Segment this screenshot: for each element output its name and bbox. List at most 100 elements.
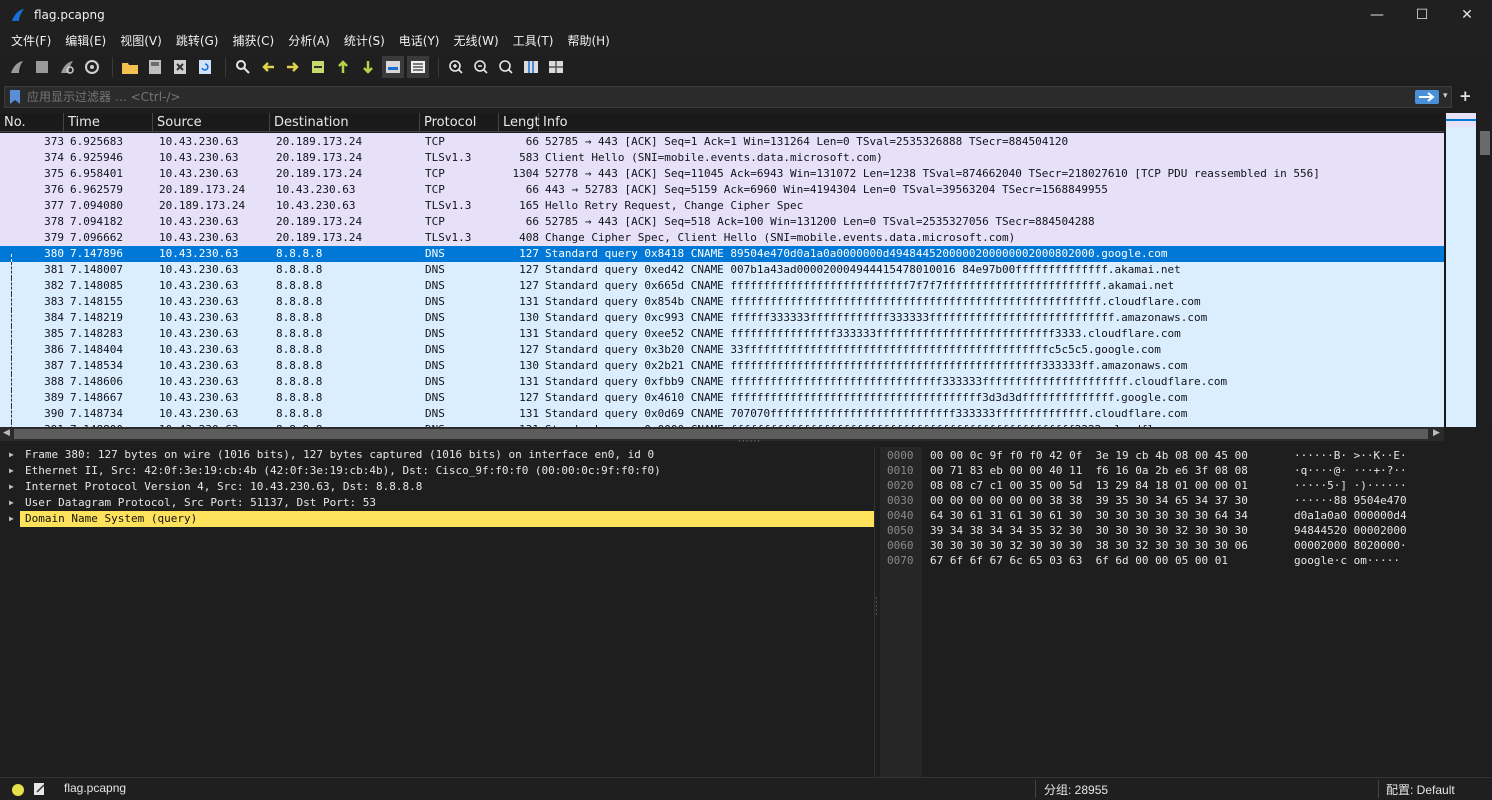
expand-arrow-icon[interactable]: ▶ — [9, 447, 14, 463]
packet-row[interactable]: 390 7.148734 10.43.230.63 8.8.8.8 DNS 131 Stan… — [0, 406, 1444, 422]
bytes-ascii[interactable]: d0a1a0a0 000000d4 — [1294, 508, 1407, 523]
details-tree-item[interactable]: ▶ Frame 380: 127 bytes on wire (1016 bits… — [0, 447, 874, 463]
bytes-hex[interactable]: 30 30 30 30 32 30 30 30 38 30 32 30 30 3… — [930, 538, 1248, 553]
minimize-button[interactable]: — — [1354, 0, 1400, 30]
column-header-no[interactable]: No. — [0, 113, 64, 132]
column-header-time[interactable]: Time — [64, 113, 153, 132]
colorize-lines-icon[interactable] — [407, 56, 429, 78]
column-header-length[interactable]: Lengt — [499, 113, 540, 132]
resize-columns-icon[interactable] — [520, 56, 542, 78]
menu-view[interactable]: 视图(V) — [113, 30, 169, 52]
zoom-in-icon[interactable] — [445, 56, 467, 78]
go-to-packet-icon[interactable] — [307, 56, 329, 78]
bytes-hex[interactable]: 00 00 0c 9f f0 f0 42 0f 3e 19 cb 4b 08 0… — [930, 448, 1248, 463]
bytes-hex[interactable]: 64 30 61 31 61 30 61 30 30 30 30 30 30 3… — [930, 508, 1248, 523]
zoom-out-icon[interactable] — [470, 56, 492, 78]
bookmark-icon[interactable] — [10, 90, 20, 104]
menu-analyze[interactable]: 分析(A) — [281, 30, 337, 52]
scroll-right-arrow-icon[interactable]: ▶ — [1433, 428, 1440, 438]
packet-row[interactable]: 379 7.096662 10.43.230.63 20.189.173.24 TLSv… — [0, 230, 1444, 246]
packet-row[interactable]: 380 7.147896 10.43.230.63 8.8.8.8 DNS 127 Stan… — [0, 246, 1444, 262]
bytes-hex[interactable]: 39 34 38 34 34 35 32 30 30 30 30 30 32 3… — [930, 523, 1248, 538]
packet-row[interactable]: 375 6.958401 10.43.230.63 20.189.173.24 TCP 1… — [0, 166, 1444, 182]
layout-grid-icon[interactable] — [545, 56, 567, 78]
expert-info-led-icon[interactable] — [12, 784, 24, 796]
expand-arrow-icon[interactable]: ▶ — [9, 511, 14, 527]
packet-list[interactable]: 373 6.925683 10.43.230.63 20.189.173.24 TCP 6… — [0, 133, 1444, 427]
packet-row[interactable]: 385 7.148283 10.43.230.63 8.8.8.8 DNS 131 Stan… — [0, 326, 1444, 342]
column-header-protocol[interactable]: Protocol — [420, 113, 499, 132]
save-file-icon[interactable] — [144, 56, 166, 78]
status-profile[interactable]: 配置: Default — [1386, 781, 1455, 798]
scroll-left-arrow-icon[interactable]: ◀ — [3, 428, 10, 438]
menu-help[interactable]: 帮助(H) — [560, 30, 616, 52]
bytes-hex[interactable]: 08 08 c7 c1 00 35 00 5d 13 29 84 18 01 0… — [930, 478, 1248, 493]
bytes-hex[interactable]: 00 71 83 eb 00 00 40 11 f6 16 0a 2b e6 3… — [930, 463, 1248, 478]
details-tree-item[interactable]: ▶ Domain Name System (query) — [0, 511, 874, 527]
find-magnifier-icon[interactable] — [232, 56, 254, 78]
close-button[interactable]: ✕ — [1444, 0, 1490, 30]
capture-comment-edit-icon[interactable] — [34, 782, 46, 796]
packet-row[interactable]: 388 7.148606 10.43.230.63 8.8.8.8 DNS 131 Stan… — [0, 374, 1444, 390]
bytes-ascii[interactable]: ······88 9504e470 — [1294, 493, 1407, 508]
column-header-source[interactable]: Source — [153, 113, 270, 132]
packet-row[interactable]: 378 7.094182 10.43.230.63 20.189.173.24 TCP 6… — [0, 214, 1444, 230]
reload-file-icon[interactable] — [194, 56, 216, 78]
vertical-scrollbar[interactable] — [1478, 113, 1492, 427]
packet-row[interactable]: 373 6.925683 10.43.230.63 20.189.173.24 TCP 6… — [0, 134, 1444, 150]
go-first-up-arrow-icon[interactable] — [332, 56, 354, 78]
display-filter-input[interactable] — [27, 88, 1407, 106]
packet-row[interactable]: 384 7.148219 10.43.230.63 8.8.8.8 DNS 130 Stan… — [0, 310, 1444, 326]
maximize-button[interactable]: ☐ — [1399, 0, 1445, 30]
go-back-arrow-icon[interactable] — [257, 56, 279, 78]
details-tree-item[interactable]: ▶ Ethernet II, Src: 42:0f:3e:19:cb:4b (42… — [0, 463, 874, 479]
add-filter-button[interactable]: + — [1459, 87, 1472, 105]
bytes-hex[interactable]: 67 6f 6f 67 6c 65 03 63 6f 6d 00 00 05 0… — [930, 553, 1228, 568]
packet-row[interactable]: 387 7.148534 10.43.230.63 8.8.8.8 DNS 130 Stan… — [0, 358, 1444, 374]
bytes-ascii[interactable]: 00002000 8020000· — [1294, 538, 1407, 553]
capture-options-gear-icon[interactable] — [81, 56, 103, 78]
menu-telephony[interactable]: 电话(Y) — [392, 30, 447, 52]
bytes-ascii[interactable]: ······B· >··K··E· — [1294, 448, 1407, 463]
stop-square-icon[interactable] — [31, 56, 53, 78]
menu-go[interactable]: 跳转(G) — [169, 30, 226, 52]
apply-filter-arrow-icon[interactable] — [1415, 90, 1439, 104]
close-file-icon[interactable] — [169, 56, 191, 78]
packet-row[interactable]: 383 7.148155 10.43.230.63 8.8.8.8 DNS 131 Stan… — [0, 294, 1444, 310]
bytes-ascii[interactable]: google·c om····· — [1294, 553, 1400, 568]
packet-row[interactable]: 386 7.148404 10.43.230.63 8.8.8.8 DNS 127 Stan… — [0, 342, 1444, 358]
open-folder-icon[interactable] — [119, 56, 141, 78]
shark-fin-start-icon[interactable] — [6, 56, 28, 78]
packet-row[interactable]: 374 6.925946 10.43.230.63 20.189.173.24 TLSv… — [0, 150, 1444, 166]
go-last-down-arrow-icon[interactable] — [357, 56, 379, 78]
bytes-ascii[interactable]: ·····5·] ·)······ — [1294, 478, 1407, 493]
vertical-scrollbar-thumb[interactable] — [1480, 131, 1490, 155]
packet-details-tree[interactable]: ▶ Frame 380: 127 bytes on wire (1016 bits… — [0, 447, 874, 777]
auto-scroll-icon[interactable] — [382, 56, 404, 78]
bytes-hex[interactable]: 00 00 00 00 00 00 38 38 39 35 30 34 65 3… — [930, 493, 1248, 508]
menu-statistics[interactable]: 统计(S) — [337, 30, 392, 52]
column-header-destination[interactable]: Destination — [270, 113, 420, 132]
filter-history-dropdown[interactable]: ▾ — [1443, 91, 1448, 101]
menu-file[interactable]: 文件(F) — [4, 30, 58, 52]
expand-arrow-icon[interactable]: ▶ — [9, 479, 14, 495]
column-header-info[interactable]: Info — [539, 113, 1444, 132]
menu-tools[interactable]: 工具(T) — [506, 30, 561, 52]
menu-capture[interactable]: 捕获(C) — [225, 30, 281, 52]
details-tree-item[interactable]: ▶ Internet Protocol Version 4, Src: 10.43… — [0, 479, 874, 495]
restart-fin-icon[interactable] — [56, 56, 78, 78]
packet-row[interactable]: 389 7.148667 10.43.230.63 8.8.8.8 DNS 127 Stan… — [0, 390, 1444, 406]
packet-row[interactable]: 382 7.148085 10.43.230.63 8.8.8.8 DNS 127 Stan… — [0, 278, 1444, 294]
packet-minimap[interactable] — [1446, 113, 1476, 427]
expand-arrow-icon[interactable]: ▶ — [9, 495, 14, 511]
expand-arrow-icon[interactable]: ▶ — [9, 463, 14, 479]
packet-row[interactable]: 376 6.962579 20.189.173.24 10.43.230.63 TCP 6… — [0, 182, 1444, 198]
bytes-ascii[interactable]: ·q····@· ···+·?·· — [1294, 463, 1407, 478]
packet-row[interactable]: 381 7.148007 10.43.230.63 8.8.8.8 DNS 127 Stan… — [0, 262, 1444, 278]
menu-edit[interactable]: 编辑(E) — [58, 30, 113, 52]
menu-wireless[interactable]: 无线(W) — [447, 30, 506, 52]
details-tree-item[interactable]: ▶ User Datagram Protocol, Src Port: 51137… — [0, 495, 874, 511]
packet-row[interactable]: 377 7.094080 20.189.173.24 10.43.230.63 TLSv… — [0, 198, 1444, 214]
bytes-ascii[interactable]: 94844520 00002000 — [1294, 523, 1407, 538]
go-forward-arrow-icon[interactable] — [282, 56, 304, 78]
